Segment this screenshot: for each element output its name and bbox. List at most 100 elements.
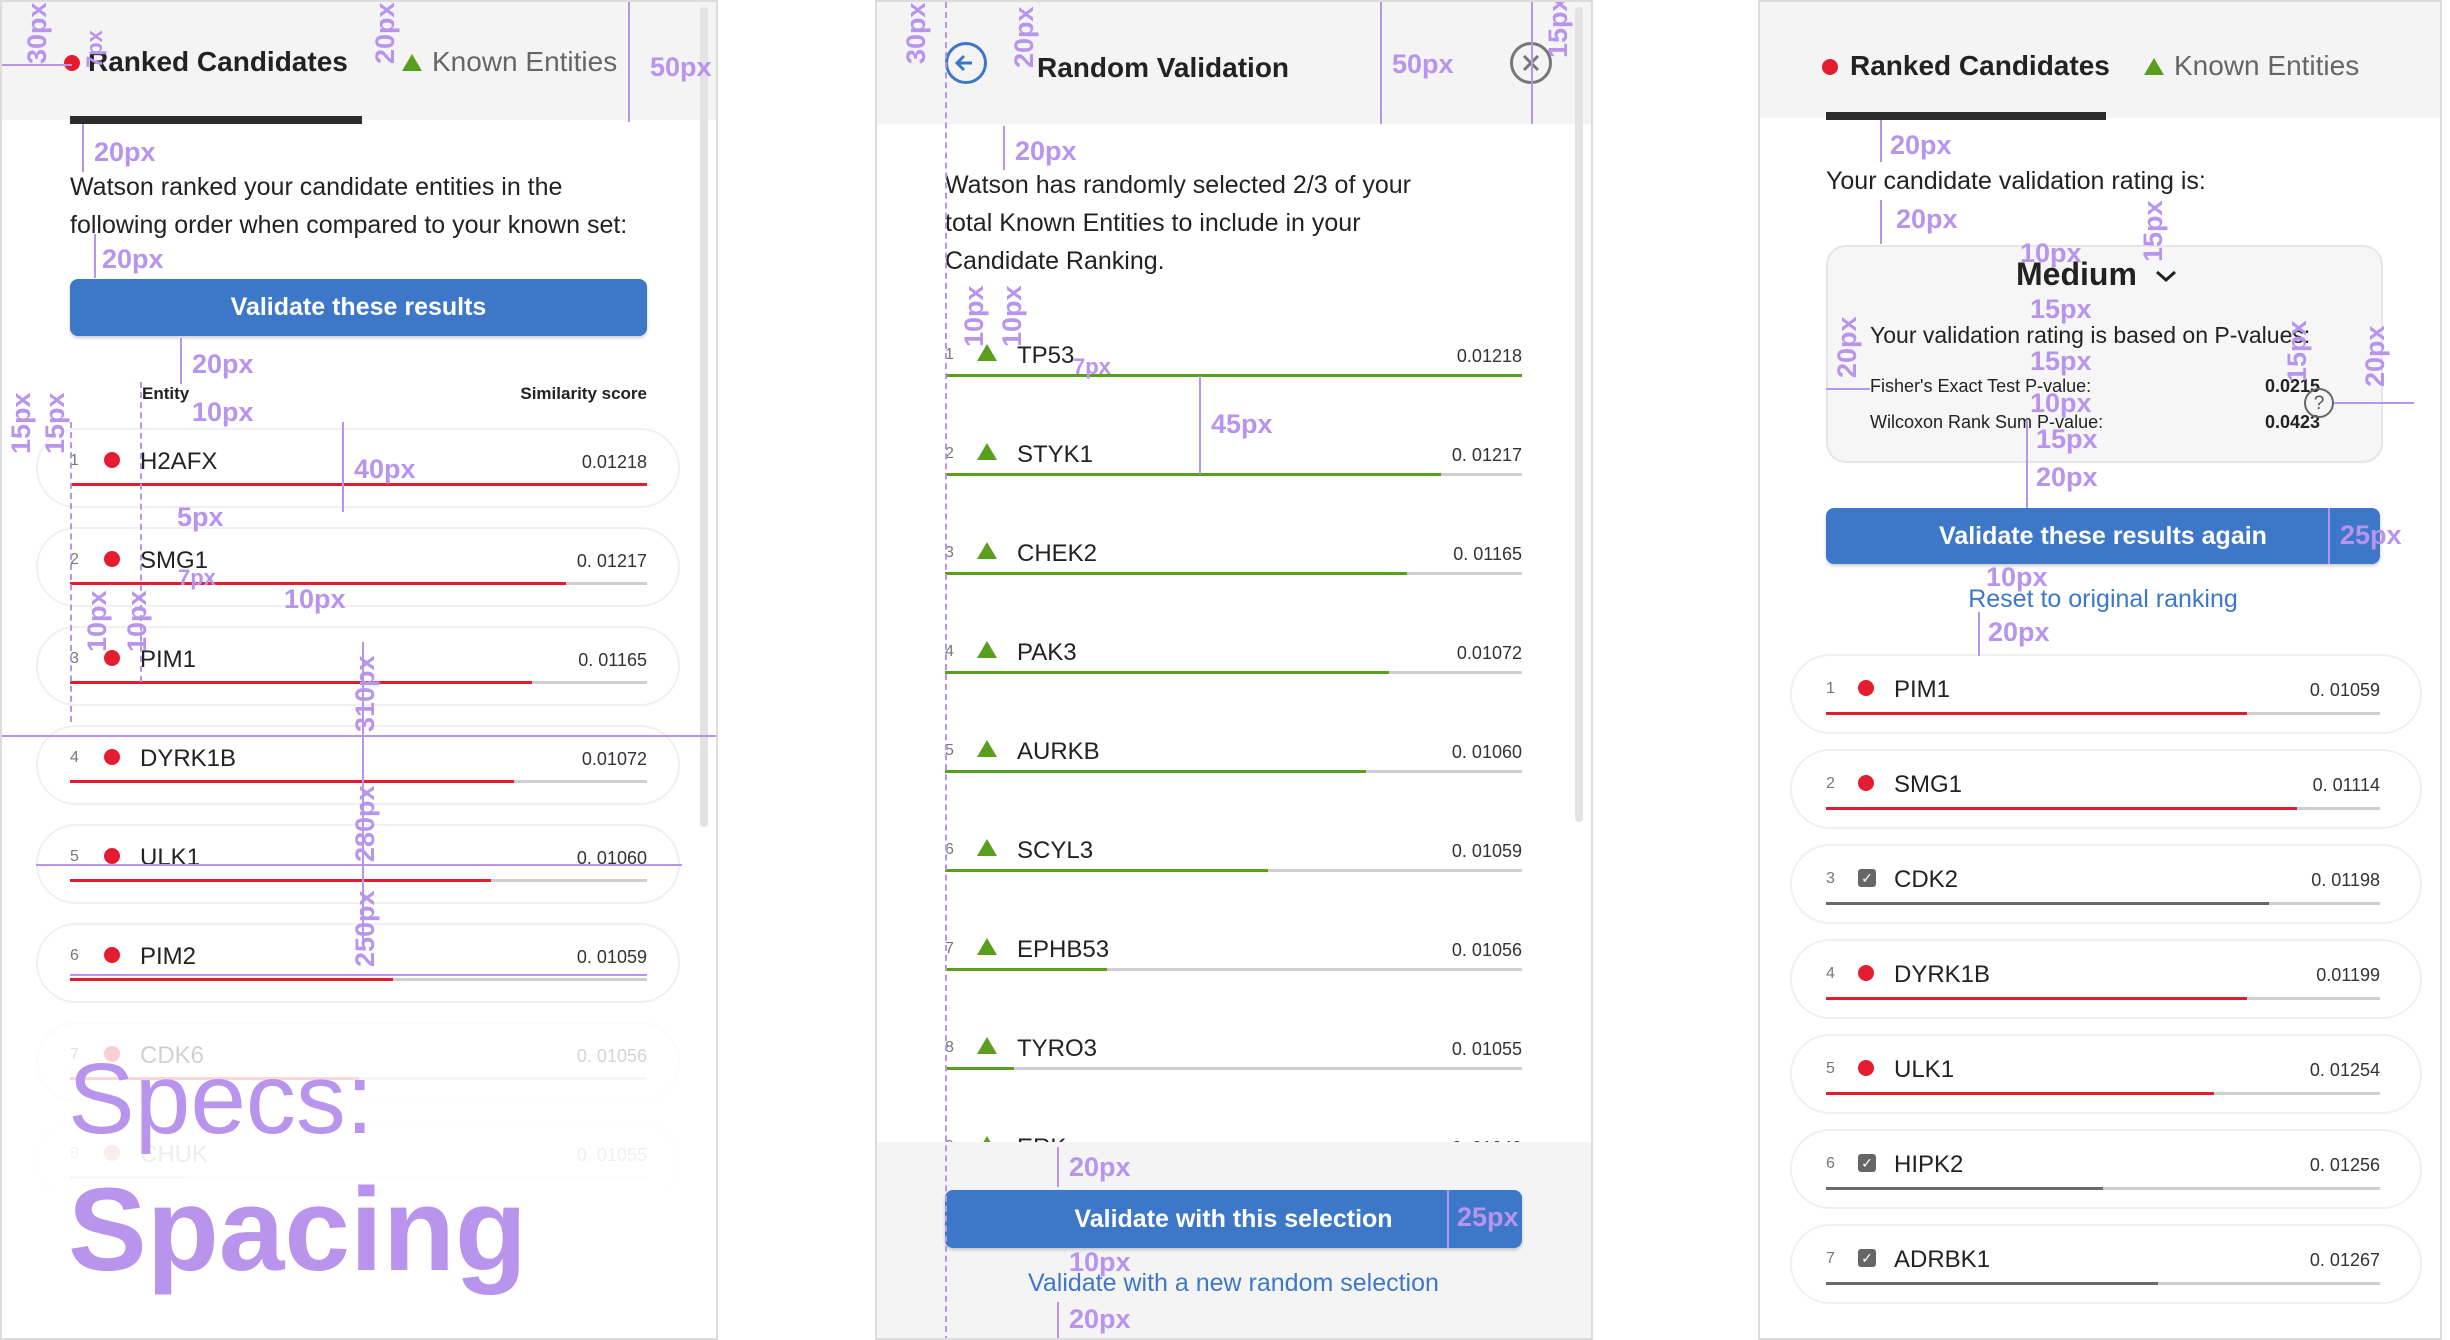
score-bar-fill: [1826, 712, 2247, 715]
spacing-label-20: 20px: [1009, 6, 1039, 68]
score-bar-fill: [945, 770, 1366, 773]
spacing-guide: [342, 422, 344, 512]
similarity-score: 0. 01059: [2309, 680, 2380, 700]
entity-name: PAK3: [1017, 639, 1077, 666]
similarity-score: 0. 01217: [576, 551, 647, 571]
validate-selection-button[interactable]: Validate with this selection: [945, 1190, 1522, 1248]
active-tab-underline: [1826, 112, 2106, 120]
entity-name: CDK2: [1894, 866, 1959, 893]
score-bar-track: [70, 780, 647, 783]
score-bar-fill: [945, 869, 1268, 872]
spacing-label-15: 15px: [2030, 294, 2092, 324]
score-column-header: Similarity score: [520, 384, 647, 403]
score-bar-track: [945, 968, 1522, 971]
entity-name: PIM2: [140, 943, 197, 970]
spacing-guide: [94, 234, 96, 278]
rank-number: 6: [70, 947, 79, 964]
entity-name: SCYL3: [1017, 837, 1094, 864]
list-row[interactable]: 2 SMG1 0. 01114: [1760, 749, 2440, 844]
reset-ranking-link[interactable]: Reset to original ranking: [1826, 585, 2380, 614]
spacing-label-10: 10px: [284, 584, 346, 614]
validate-again-button[interactable]: Validate these results again: [1826, 508, 2380, 564]
spacing-guide: [2334, 402, 2414, 404]
spacing-guide: [1447, 1190, 1449, 1248]
tab-ranked-candidates[interactable]: Ranked Candidates: [1822, 50, 2110, 82]
entity-name: DYRK1B: [1894, 961, 1991, 988]
list-row[interactable]: 6 SCYL3 0. 01059: [877, 827, 1591, 926]
score-bar-fill: [945, 1067, 1014, 1070]
spacing-label-25: 25px: [1457, 1202, 1519, 1232]
list-row[interactable]: 3 ✓ CDK2 0. 01198: [1760, 844, 2440, 939]
similarity-score: 0. 01059: [576, 947, 647, 967]
candidate-dot-icon: [104, 452, 120, 468]
list-row[interactable]: 7 EPHB53 0. 01056: [877, 926, 1591, 1025]
tab-known-entities[interactable]: Known Entities: [402, 46, 617, 78]
help-button[interactable]: ?: [2304, 388, 2334, 418]
list-row[interactable]: 2 STYK1 0. 01217: [877, 431, 1591, 530]
wilcoxon-value: 0.0423: [2264, 412, 2320, 432]
entity-name: AURKB: [1017, 738, 1100, 765]
checkbox-checked-icon: ✓: [1858, 1154, 1876, 1172]
candidate-dot-icon: [1858, 1060, 1874, 1076]
entity-name: CHEK2: [1017, 540, 1098, 567]
spacing-label-10: 10px: [122, 590, 152, 652]
spacing-guide: [1880, 120, 1882, 162]
list-row[interactable]: 5 AURKB 0. 01060: [877, 728, 1591, 827]
spacing-guide: [945, 2, 947, 1338]
list-row[interactable]: 8 TYRO3 0. 01055: [877, 1025, 1591, 1124]
specs-title: Specs:: [68, 1043, 374, 1155]
spacing-label-15: 15px: [1543, 0, 1573, 58]
panel-title: Random Validation: [1037, 52, 1290, 83]
validate-results-button[interactable]: Validate these results: [70, 279, 647, 336]
candidate-dot-icon: [1858, 775, 1874, 791]
known-triangle-icon: [977, 443, 997, 460]
spacing-guide: [1003, 126, 1005, 170]
tab-label: Ranked Candidates: [1850, 50, 2110, 81]
spacing-label-20: 20px: [1832, 316, 1862, 378]
list-row[interactable]: 4 PAK3 0.01072: [877, 629, 1591, 728]
spacing-label-20: 20px: [2360, 325, 2390, 387]
known-triangle-icon: [977, 740, 997, 757]
tab-label: Ranked Candidates: [88, 46, 348, 77]
score-bar-fill: [1826, 807, 2297, 810]
list-row[interactable]: 6 ✓ HIPK2 0. 01256: [1760, 1129, 2440, 1224]
known-triangle-icon: [977, 641, 997, 658]
score-bar-fill: [945, 968, 1107, 971]
spacing-guide: [82, 124, 84, 172]
entity-name: ADRBK1: [1894, 1246, 1991, 1273]
list-row[interactable]: 1 PIM1 0. 01059: [1760, 654, 2440, 749]
spacing-label-7: 7px: [82, 30, 107, 68]
similarity-score: 0. 01254: [2309, 1060, 2380, 1080]
list-row[interactable]: 5 ULK1 0. 01254: [1760, 1034, 2440, 1129]
entity-name: DYRK1B: [140, 745, 237, 772]
rank-number: 5: [1826, 1060, 1835, 1077]
new-random-selection-link[interactable]: Validate with a new random selection: [945, 1269, 1522, 1298]
spacing-label-20: 20px: [1069, 1304, 1131, 1334]
list-row[interactable]: 7 ✓ ADRBK1 0. 01267: [1760, 1224, 2440, 1319]
score-bar-fill: [70, 879, 491, 882]
list-row[interactable]: 3 CHEK2 0. 01165: [877, 530, 1591, 629]
similarity-score: 0. 01267: [2309, 1250, 2380, 1270]
similarity-score: 0.01218: [1456, 346, 1522, 366]
spacing-label-10: 10px: [2030, 388, 2092, 418]
tab-label: Known Entities: [432, 46, 618, 77]
help-icon: ?: [2313, 393, 2325, 414]
similarity-score: 0. 01165: [1453, 544, 1522, 564]
spacing-guide: [180, 338, 182, 384]
validation-results-panel: Ranked Candidates Known Entities Your ca…: [1758, 0, 2442, 1340]
similarity-score: 0. 01217: [1451, 445, 1522, 465]
spacing-guide: [1880, 200, 1882, 244]
spacing-label-10: 10px: [1069, 1247, 1131, 1277]
back-button[interactable]: [945, 42, 987, 84]
known-triangle-icon: [977, 839, 997, 856]
spacing-label-20: 20px: [1069, 1152, 1131, 1182]
list-row[interactable]: 4 DYRK1B 0.01199: [1760, 939, 2440, 1034]
spacing-guide: [1380, 2, 1382, 124]
score-bar-fill: [1826, 1187, 2103, 1190]
score-bar-track: [1826, 712, 2380, 715]
similarity-score: 0. 01060: [1451, 742, 1522, 762]
candidate-dot-icon: [1822, 59, 1838, 75]
tab-known-entities[interactable]: Known Entities: [2144, 50, 2359, 82]
random-validation-panel: Random Validation Watson has randomly se…: [875, 0, 1593, 1340]
score-bar-track: [1826, 997, 2380, 1000]
